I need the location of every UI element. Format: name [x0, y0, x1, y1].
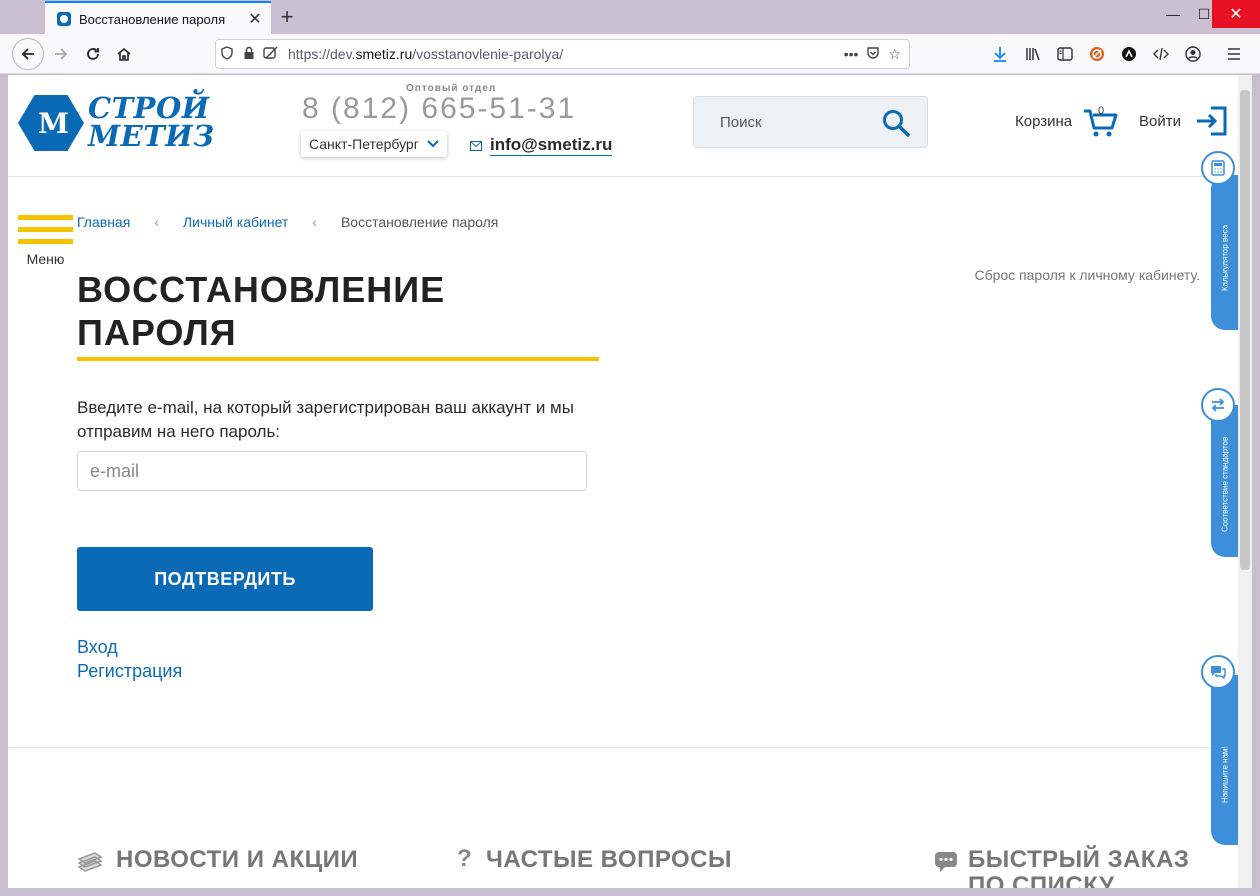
browser-toolbar: https://dev.smetiz.ru/vosstanovlenie-par… [0, 34, 1260, 74]
reload-icon [87, 48, 99, 60]
news-heading[interactable]: НОВОСТИ И АКЦИИ [116, 847, 358, 873]
window-frame-right [1252, 75, 1260, 896]
site-favicon-icon [57, 12, 71, 26]
write-us-tab[interactable]: Напишите нам! [1211, 675, 1238, 845]
title-underline [77, 357, 599, 361]
quick-order-heading[interactable]: БЫСТРЫЙ ЗАКАЗ ПО СПИСКУ [968, 847, 1208, 889]
chevron-left-icon: ‹ [154, 214, 159, 230]
menu-button[interactable] [1222, 42, 1246, 66]
browser-window: Восстановление пароля ✕ + — ☐ ✕ https://… [0, 0, 1260, 896]
sidebar-icon [1057, 47, 1073, 61]
chat-bubble-icon [935, 852, 957, 872]
breadcrumb-current: Восстановление пароля [340, 214, 499, 230]
faq-heading[interactable]: ЧАСТЫЕ ВОПРОСЫ [486, 847, 732, 873]
breadcrumb-home[interactable]: Главная [77, 214, 130, 230]
standards-tab[interactable]: Соответствие стандартов [1211, 405, 1238, 557]
addon-blocker-button[interactable] [1085, 42, 1109, 66]
site-logo[interactable]: M СТРОЙ МЕТИЗ [18, 92, 218, 152]
new-tab-button[interactable]: + [276, 4, 298, 30]
account-icon [1185, 46, 1201, 62]
shield-icon[interactable] [216, 45, 238, 63]
standards-label: Соответствие стандартов [1220, 436, 1230, 533]
city-selector[interactable]: Санкт-Петербург [301, 131, 447, 157]
downloads-button[interactable] [988, 42, 1012, 66]
back-button[interactable] [12, 38, 44, 70]
menu-bar-icon [18, 239, 73, 244]
instructions-text: Введите e-mail, на который зарегистриров… [77, 398, 574, 441]
phone-number[interactable]: 8 (812) 665-51-31 [302, 92, 576, 126]
window-frame-left [0, 75, 8, 888]
address-bar[interactable]: https://dev.smetiz.ru/vosstanovlenie-par… [215, 39, 910, 69]
search-box[interactable]: Поиск [693, 96, 928, 148]
devtools-button[interactable] [1149, 42, 1173, 66]
sidebar-toggle-button[interactable] [1053, 42, 1077, 66]
search-placeholder[interactable]: Поиск [720, 114, 762, 131]
chat-icon[interactable] [1201, 655, 1235, 689]
site-header: M СТРОЙ МЕТИЗ Оптовый отдел 8 (812) 665-… [8, 75, 1238, 177]
pocket-icon[interactable] [866, 46, 880, 63]
chevron-down-icon [427, 140, 439, 148]
bookmark-star-icon[interactable]: ☆ [888, 46, 901, 63]
page-title: ВОССТАНОВЛЕНИЕ ПАРОЛЯ [77, 269, 446, 353]
addon-extension-button[interactable] [1117, 42, 1141, 66]
chevron-left-icon: ‹ [312, 214, 317, 230]
page-actions-icon[interactable]: ••• [844, 46, 859, 63]
search-icon[interactable] [882, 109, 910, 137]
tab-close-icon[interactable]: ✕ [245, 9, 265, 29]
menu-label: Меню [26, 251, 65, 267]
breadcrumb-account[interactable]: Личный кабинет [183, 214, 288, 230]
lock-icon[interactable] [238, 46, 260, 63]
permissions-icon[interactable] [260, 46, 282, 63]
cart-count-badge: 0 [1098, 105, 1105, 117]
write-us-label: Напишите нам! [1220, 746, 1230, 804]
email-link[interactable]: info@smetiz.ru [490, 135, 613, 156]
browser-tab[interactable]: Восстановление пароля ✕ [45, 1, 271, 35]
section-divider [8, 747, 1238, 748]
email-field[interactable] [77, 451, 587, 491]
web-page: M СТРОЙ МЕТИЗ Оптовый отдел 8 (812) 665-… [8, 75, 1238, 888]
blocker-icon [1090, 47, 1104, 61]
code-icon [1153, 47, 1169, 61]
logo-text: СТРОЙ МЕТИЗ [88, 91, 215, 153]
weight-calculator-label: Калькулятор веса [1220, 224, 1230, 292]
scrollbar-thumb[interactable] [1240, 90, 1250, 570]
tab-title: Восстановление пароля [79, 11, 226, 27]
download-arrow-icon [994, 47, 1006, 62]
extension-icon [1122, 47, 1136, 61]
city-label: Санкт-Петербург [309, 136, 419, 152]
register-link[interactable]: Регистрация [77, 661, 182, 682]
cart-label[interactable]: Корзина [1015, 113, 1072, 130]
submit-button[interactable]: ПОДТВЕРДИТЬ [77, 547, 373, 611]
main-menu-button[interactable]: Меню [18, 215, 74, 267]
calculator-icon[interactable] [1201, 151, 1235, 185]
home-button[interactable] [109, 39, 139, 69]
forward-button[interactable] [46, 39, 76, 69]
url-text[interactable]: https://dev.smetiz.ru/vosstanovlenie-par… [288, 46, 844, 62]
library-icon [1026, 48, 1040, 61]
weight-calculator-tab[interactable]: Калькулятор веса [1211, 175, 1238, 330]
menu-bar-icon [18, 227, 73, 232]
account-button[interactable] [1181, 42, 1205, 66]
arrow-left-icon [21, 48, 34, 60]
breadcrumb: Главная ‹ Личный кабинет ‹ Восстановлени… [77, 214, 498, 230]
arrows-swap-icon[interactable] [1201, 388, 1235, 422]
window-frame-bottom [0, 888, 1260, 896]
reload-button[interactable] [78, 39, 108, 69]
logo-hexagon-icon: M [18, 95, 84, 151]
login-icon[interactable] [1195, 105, 1229, 137]
window-close-button[interactable]: ✕ [1212, 0, 1260, 28]
email-contact[interactable]: info@smetiz.ru [470, 135, 613, 156]
arrow-right-icon [55, 48, 68, 60]
login-label[interactable]: Войти [1139, 113, 1181, 130]
library-button[interactable] [1021, 42, 1045, 66]
newspaper-icon [77, 852, 103, 872]
login-link[interactable]: Вход [77, 637, 118, 658]
hamburger-icon [1228, 48, 1240, 60]
tab-strip: Восстановление пароля ✕ + — ☐ ✕ [0, 0, 1260, 35]
home-icon [117, 47, 131, 61]
page-description: Сброс пароля к личному кабинету. [974, 267, 1200, 283]
question-icon: ? [457, 845, 472, 872]
menu-bar-icon [18, 215, 73, 220]
mail-icon [470, 140, 482, 151]
